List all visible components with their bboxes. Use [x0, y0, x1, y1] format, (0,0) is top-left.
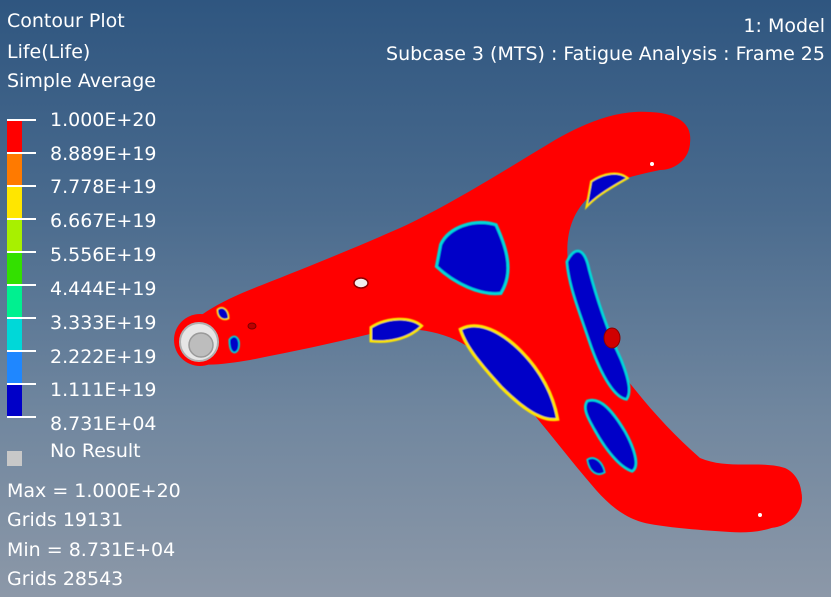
control-arm-model	[174, 111, 802, 533]
lower-bushing-hole	[758, 513, 762, 517]
upper-bushing-eye	[630, 114, 690, 170]
ball-joint-core	[188, 332, 214, 358]
model-viewport[interactable]	[0, 0, 831, 597]
lower-bushing-eye	[734, 468, 802, 528]
mounting-hole	[353, 277, 369, 289]
upper-bushing-hole	[650, 162, 654, 166]
arm-body	[176, 111, 802, 533]
bracket-boss	[603, 327, 621, 349]
mounting-hole-small	[247, 322, 257, 330]
